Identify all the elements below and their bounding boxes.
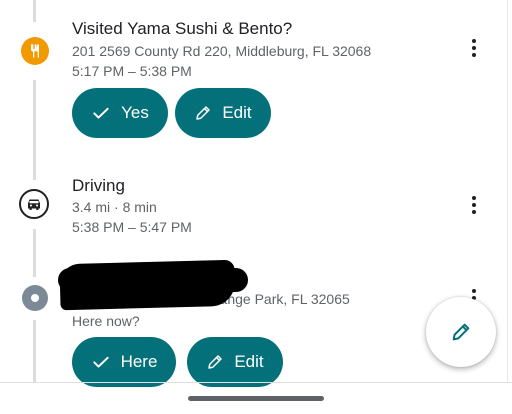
button-label: Yes — [121, 103, 149, 122]
confirm-yes-button[interactable]: Yes — [72, 88, 168, 138]
button-label: Edit — [222, 103, 252, 122]
button-label: Edit — [234, 352, 264, 371]
edit-fab-button[interactable] — [426, 297, 496, 367]
timeline-line — [33, 229, 36, 277]
entry-address: 201 2569 County Rd 220, Middleburg, FL 3… — [72, 43, 372, 59]
restaurant-icon — [21, 37, 49, 65]
entry-time: 5:17 PM – 5:38 PM — [72, 63, 192, 79]
sheet-bottom-edge — [0, 382, 512, 383]
location-dot-icon — [22, 285, 48, 311]
button-label: Here — [120, 352, 158, 371]
timeline-line — [33, 80, 36, 180]
timeline-line — [33, 0, 36, 22]
home-indicator[interactable] — [188, 396, 324, 401]
check-icon — [93, 107, 109, 119]
entry-status: Here now? — [72, 313, 140, 329]
more-options-icon[interactable] — [470, 39, 478, 57]
edit-button[interactable]: Edit — [175, 88, 271, 138]
more-options-icon[interactable] — [470, 196, 478, 214]
car-icon — [19, 189, 49, 219]
pencil-icon — [196, 106, 211, 120]
activity-detail: 3.4 mi · 8 min — [72, 199, 157, 215]
activity-title[interactable]: Driving — [72, 176, 125, 196]
confirm-here-button[interactable]: Here — [72, 337, 176, 387]
pencil-icon — [452, 323, 470, 341]
edit-button[interactable]: Edit — [187, 337, 283, 387]
entry-title[interactable]: Visited Yama Sushi & Bento? — [72, 19, 292, 39]
timeline-line — [33, 320, 36, 382]
panel-edge — [507, 0, 508, 383]
pencil-icon — [208, 355, 223, 369]
check-icon — [92, 356, 109, 368]
redaction-mark — [58, 268, 248, 292]
activity-time: 5:38 PM – 5:47 PM — [72, 219, 192, 235]
